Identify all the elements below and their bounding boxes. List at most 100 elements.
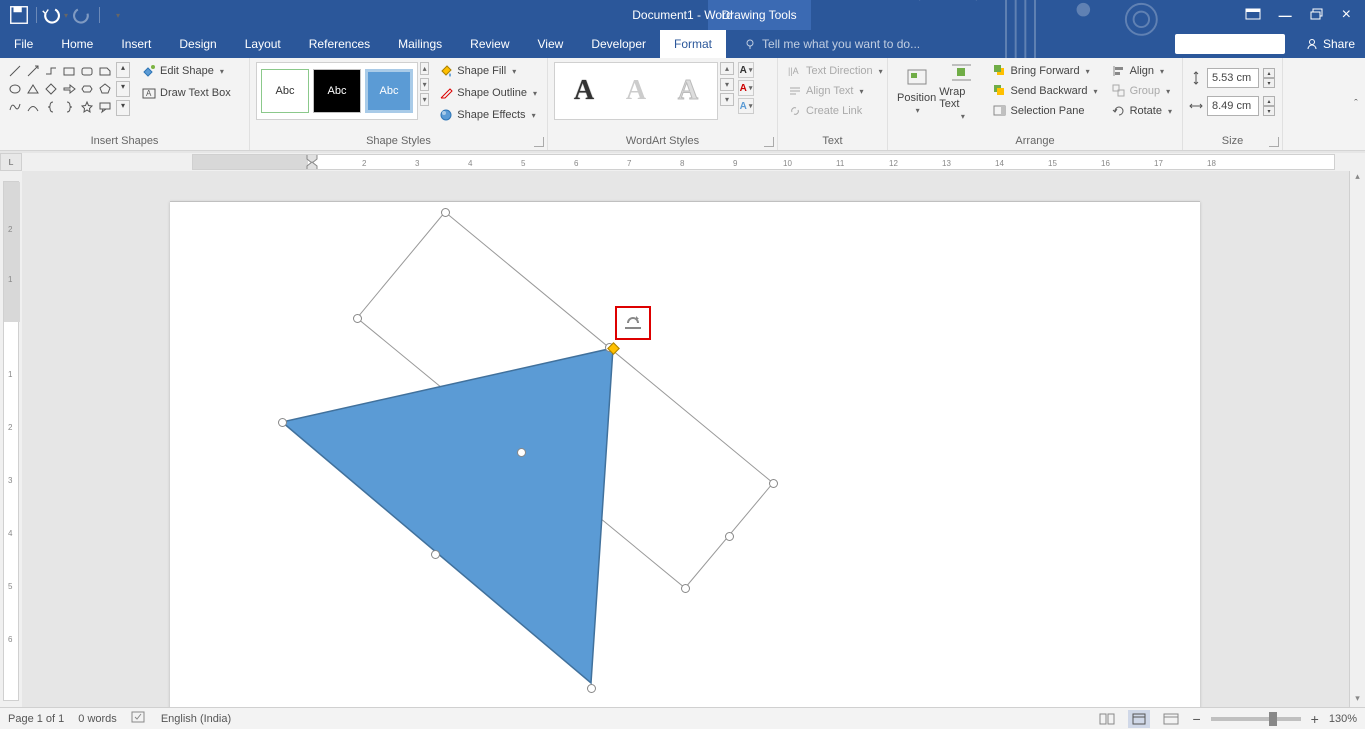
bring-forward-button[interactable]: Bring Forward▾ xyxy=(989,62,1102,80)
align-button[interactable]: Align▾ xyxy=(1108,62,1176,80)
view-print-layout[interactable] xyxy=(1128,710,1150,728)
wa-scroll-down[interactable]: ▾ xyxy=(720,78,734,91)
collapse-ribbon-button[interactable]: ˆ xyxy=(1347,97,1365,111)
status-page[interactable]: Page 1 of 1 xyxy=(8,713,64,725)
zoom-in[interactable]: + xyxy=(1311,711,1319,727)
shape-snip-rect-icon[interactable] xyxy=(96,62,114,80)
style-thumb-1[interactable]: Abc xyxy=(261,69,309,113)
shape-width-input[interactable]: 8.49 cm ▴▾ xyxy=(1189,96,1275,116)
shape-callout-icon[interactable] xyxy=(96,98,114,116)
tab-format[interactable]: Format xyxy=(660,30,726,58)
qat-customize[interactable]: ▾ xyxy=(106,4,128,26)
share-button[interactable]: Share xyxy=(1295,30,1365,58)
shape-effects-button[interactable]: Shape Effects▾ xyxy=(435,106,541,124)
vertex-mid[interactable] xyxy=(431,550,440,559)
view-read-mode[interactable] xyxy=(1096,710,1118,728)
redo-button[interactable] xyxy=(71,4,93,26)
position-button[interactable]: Position▾ xyxy=(894,62,939,120)
gallery-more[interactable]: ▾ xyxy=(116,100,130,116)
tab-design[interactable]: Design xyxy=(165,30,230,58)
shape-oval-icon[interactable] xyxy=(6,80,24,98)
height-down[interactable]: ▾ xyxy=(1263,78,1275,88)
shape-rectangle-icon[interactable] xyxy=(60,62,78,80)
shape-pentagon-icon[interactable] xyxy=(96,80,114,98)
ruler-h-track[interactable]: 121 234 567 8910 111213 141516 1718 xyxy=(192,154,1335,170)
tab-references[interactable]: References xyxy=(295,30,384,58)
text-outline-button[interactable]: A▾ xyxy=(738,80,754,96)
send-backward-button[interactable]: Send Backward▾ xyxy=(989,82,1102,100)
shape-brace-left-icon[interactable] xyxy=(42,98,60,116)
tell-me-search[interactable]: Tell me what you want to do... xyxy=(726,30,1175,58)
indent-marker[interactable] xyxy=(306,154,320,170)
tab-mailings[interactable]: Mailings xyxy=(384,30,456,58)
width-up[interactable]: ▴ xyxy=(1263,96,1275,106)
zoom-level[interactable]: 130% xyxy=(1329,713,1357,725)
zoom-slider[interactable] xyxy=(1211,717,1301,721)
tab-insert[interactable]: Insert xyxy=(107,30,165,58)
tab-developer[interactable]: Developer xyxy=(577,30,660,58)
status-words[interactable]: 0 words xyxy=(78,713,117,725)
wa-more[interactable]: ▾ xyxy=(720,93,734,106)
vertex-bottom[interactable] xyxy=(587,684,596,693)
shape-hexagon-icon[interactable] xyxy=(78,80,96,98)
handle-top[interactable] xyxy=(441,208,450,217)
edit-shape-button[interactable]: Edit Shape▾ xyxy=(138,62,235,80)
wordart-thumb-1[interactable]: A xyxy=(559,69,609,113)
tab-layout[interactable]: Layout xyxy=(231,30,295,58)
shape-line-arrow-icon[interactable] xyxy=(24,62,42,80)
draw-text-box-button[interactable]: A Draw Text Box xyxy=(138,84,235,102)
selected-shape[interactable] xyxy=(265,198,785,708)
handle-mid-r[interactable] xyxy=(725,532,734,541)
shape-fill-button[interactable]: Shape Fill▾ xyxy=(435,62,541,80)
shape-outline-button[interactable]: Shape Outline▾ xyxy=(435,84,541,102)
style-thumb-2[interactable]: Abc xyxy=(313,69,361,113)
create-link-button[interactable]: Create Link xyxy=(784,102,887,120)
rotate-button[interactable]: Rotate▾ xyxy=(1108,102,1176,120)
ruler-corner[interactable]: L xyxy=(0,153,22,171)
handle-mid-bl[interactable] xyxy=(517,448,526,457)
restore-button[interactable] xyxy=(1310,8,1324,23)
shape-style-gallery[interactable]: Abc Abc Abc xyxy=(256,62,418,120)
height-up[interactable]: ▴ xyxy=(1263,68,1275,78)
document-page[interactable] xyxy=(170,201,1200,721)
gallery-scroll-down[interactable]: ▾ xyxy=(116,81,130,97)
shape-freeform-icon[interactable] xyxy=(6,98,24,116)
zoom-thumb[interactable] xyxy=(1269,712,1277,726)
wordart-thumb-3[interactable]: A xyxy=(663,69,713,113)
wordart-thumb-2[interactable]: A xyxy=(611,69,661,113)
wordart-gallery[interactable]: A A A xyxy=(554,62,718,120)
text-effects-button[interactable]: A▾ xyxy=(738,98,754,114)
vertex-left[interactable] xyxy=(278,418,287,427)
text-direction-button[interactable]: ||AText Direction▾ xyxy=(784,62,887,80)
handle-right[interactable] xyxy=(769,479,778,488)
align-text-button[interactable]: Align Text▾ xyxy=(784,82,887,100)
text-fill-button[interactable]: A▾ xyxy=(738,62,754,78)
shape-elbow-icon[interactable] xyxy=(42,62,60,80)
shape-arrow-icon[interactable] xyxy=(60,80,78,98)
group-button[interactable]: Group▾ xyxy=(1108,82,1176,100)
shape-curve-icon[interactable] xyxy=(24,98,42,116)
style-scroll-down[interactable]: ▾ xyxy=(420,78,429,91)
selection-pane-button[interactable]: Selection Pane xyxy=(989,102,1102,120)
tab-view[interactable]: View xyxy=(524,30,578,58)
view-web-layout[interactable] xyxy=(1160,710,1182,728)
tab-home[interactable]: Home xyxy=(47,30,107,58)
style-scroll-up[interactable]: ▴ xyxy=(420,62,429,75)
shape-star-icon[interactable] xyxy=(78,98,96,116)
shape-triangle-icon[interactable] xyxy=(24,80,42,98)
scrollbar-vertical[interactable]: ▴ ▾ xyxy=(1349,171,1365,709)
shapes-gallery[interactable] xyxy=(6,62,114,116)
ribbon-display-options-icon[interactable] xyxy=(1245,8,1261,23)
style-thumb-3[interactable]: Abc xyxy=(365,69,413,113)
width-down[interactable]: ▾ xyxy=(1263,106,1275,116)
gallery-scroll-up[interactable]: ▴ xyxy=(116,62,130,78)
wrap-text-button[interactable]: Wrap Text▾ xyxy=(939,62,984,120)
ruler-vertical[interactable]: 21123456 xyxy=(0,171,22,709)
status-language[interactable]: English (India) xyxy=(161,713,231,725)
tab-file[interactable]: File xyxy=(0,30,47,58)
status-spellcheck-icon[interactable] xyxy=(131,710,147,727)
layout-options-button[interactable] xyxy=(615,306,651,340)
style-more[interactable]: ▾ xyxy=(420,93,429,106)
search-box[interactable] xyxy=(1175,34,1285,54)
handle-left[interactable] xyxy=(353,314,362,323)
